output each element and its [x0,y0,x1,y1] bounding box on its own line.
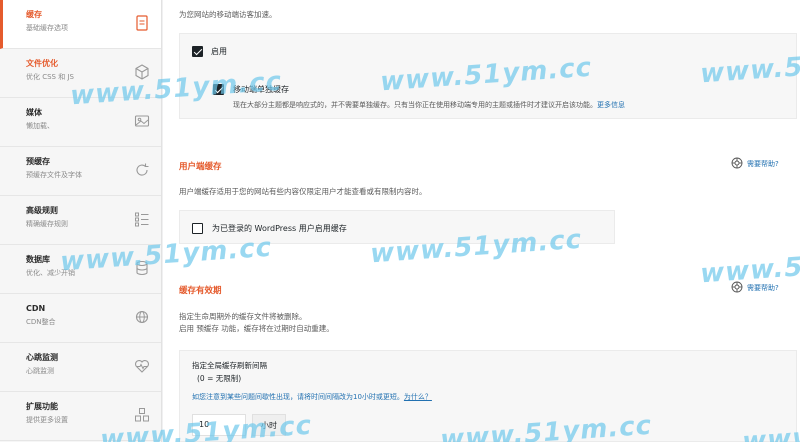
sidebar-item-heartbeat[interactable]: 心跳监测 心跳监测 [0,343,161,392]
logged-in-cache-checkbox[interactable] [192,223,203,234]
lifespan-unit-select[interactable]: 小时 [252,414,286,436]
settings-content: 为您网站的移动端访客加速。 启用 移动端单独缓存 现在大部分主题都是响应式的，并… [163,0,800,442]
mobile-intro: 为您网站的移动端访客加速。 [179,10,277,19]
cache-lifespan-desc-2: 启用 预缓存 功能，缓存将在过期时自动重建。 [179,324,334,333]
page-icon [133,14,151,32]
cube-icon [133,63,151,81]
more-info-link[interactable]: 更多信息 [597,101,625,109]
separate-desc-text: 现在大部分主题都是响应式的，并不需要单独缓存。只有当你正在使用移动端专用的主题或… [233,101,597,109]
sidebar-item-file-optimization[interactable]: 文件优化 优化 CSS 和 JS [0,49,161,98]
why-link[interactable]: 为什么？ [404,393,432,401]
help-icon [731,281,743,295]
image-icon [133,112,151,130]
help-label: 需要帮助? [747,160,779,168]
user-cache-help-link[interactable]: 需要帮助? [731,157,779,171]
cache-lifespan-heading: 缓存有效期 [179,286,222,296]
enable-mobile-checkbox[interactable] [192,46,203,57]
sidebar-item-addons[interactable]: 扩展功能 提供更多设置 [0,392,161,441]
user-cache-desc: 用户端缓存适用于您的网站有些内容仅限定用户才能查看或有限制内容时。 [179,187,427,196]
lifespan-field-label: 指定全局缓存刷新间隔 [192,361,267,370]
sidebar-item-preload[interactable]: 预缓存 预缓存文件及字体 [0,147,161,196]
help-label: 需要帮助? [747,284,779,292]
sidebar-item-media[interactable]: 媒体 懒加载、 [0,98,161,147]
sidebar-item-cdn[interactable]: CDN CDN整合 [0,294,161,343]
cache-lifespan-desc-1: 指定生命周期外的缓存文件将被删除。 [179,312,307,321]
separate-mobile-cache-label[interactable]: 移动端单独缓存 [233,84,289,95]
refresh-icon [133,161,151,179]
list-icon [133,210,151,228]
lifespan-note: 如您注意到某些问题间歇性出现，请将时间间隔改为10小时或更短。为什么？ [192,392,432,403]
lifespan-note-text: 如您注意到某些问题间歇性出现，请将时间间隔改为10小时或更短。 [192,393,404,401]
sidebar-item-database[interactable]: 数据库 优化、减少开销 [0,245,161,294]
lifespan-field-hint: (0 = 无限制) [197,374,242,383]
addons-icon [133,406,151,424]
settings-sidebar: 缓存 基础缓存选项 文件优化 优化 CSS 和 JS 媒体 懒加载、 预缓存 预… [0,0,162,442]
user-cache-heading: 用户端缓存 [179,162,222,172]
heartbeat-icon [133,357,151,375]
database-icon [133,259,151,277]
lifespan-value-input[interactable]: 10 [192,414,246,436]
sidebar-item-cache[interactable]: 缓存 基础缓存选项 [0,0,161,49]
enable-mobile-label[interactable]: 启用 [211,46,227,57]
help-icon [731,157,743,171]
logged-in-cache-label[interactable]: 为已登录的 WordPress 用户启用缓存 [212,223,347,234]
cache-lifespan-help-link[interactable]: 需要帮助? [731,281,779,295]
cdn-icon [133,308,151,326]
sidebar-item-advanced-rules[interactable]: 高级规则 精确缓存规则 [0,196,161,245]
separate-mobile-cache-checkbox[interactable] [213,84,224,95]
separate-mobile-cache-desc: 现在大部分主题都是响应式的，并不需要单独缓存。只有当你正在使用移动端专用的主题或… [233,100,625,111]
